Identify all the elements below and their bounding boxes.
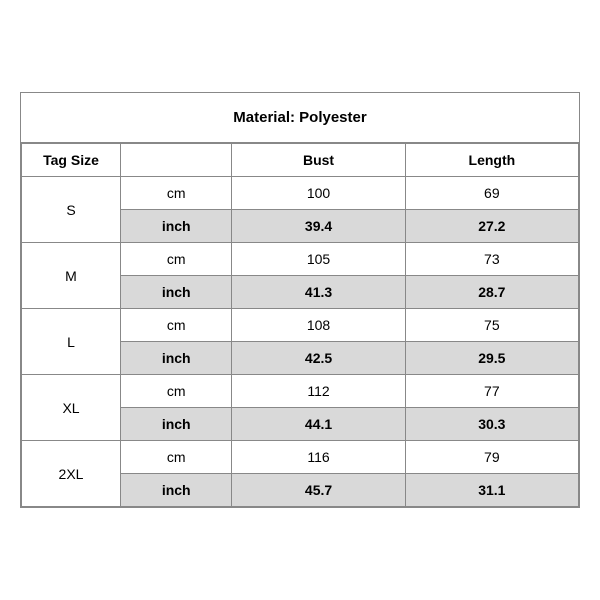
length-value-cm: 73 [405,243,578,276]
table-row: XLcm11277 [22,375,579,408]
length-value-inch: 29.5 [405,342,578,375]
unit-cell-cm: cm [121,243,232,276]
length-header: Length [405,144,578,177]
unit-cell-cm: cm [121,375,232,408]
unit-cell-cm: cm [121,309,232,342]
tag-size-cell: XL [22,375,121,441]
bust-value-cm: 116 [232,441,405,474]
length-value-cm: 69 [405,177,578,210]
length-value-cm: 79 [405,441,578,474]
table-row: Mcm10573 [22,243,579,276]
bust-header: Bust [232,144,405,177]
bust-value-cm: 108 [232,309,405,342]
bust-value-inch: 41.3 [232,276,405,309]
unit-cell-inch: inch [121,276,232,309]
size-chart-container: Material: Polyester Tag Size Bust Length… [20,92,580,508]
bust-value-cm: 112 [232,375,405,408]
bust-value-cm: 100 [232,177,405,210]
length-value-inch: 30.3 [405,408,578,441]
length-value-cm: 77 [405,375,578,408]
bust-value-inch: 39.4 [232,210,405,243]
length-value-inch: 28.7 [405,276,578,309]
unit-cell-cm: cm [121,177,232,210]
table-row: 2XLcm11679 [22,441,579,474]
unit-cell-inch: inch [121,210,232,243]
size-table: Tag Size Bust Length Scm10069inch39.427.… [21,143,579,507]
tag-size-header: Tag Size [22,144,121,177]
chart-title: Material: Polyester [21,93,579,143]
table-row: Scm10069 [22,177,579,210]
unit-header [121,144,232,177]
table-row: Lcm10875 [22,309,579,342]
unit-cell-inch: inch [121,474,232,507]
bust-value-cm: 105 [232,243,405,276]
table-header: Tag Size Bust Length [22,144,579,177]
unit-cell-inch: inch [121,342,232,375]
tag-size-cell: M [22,243,121,309]
tag-size-cell: 2XL [22,441,121,507]
unit-cell-inch: inch [121,408,232,441]
tag-size-cell: S [22,177,121,243]
bust-value-inch: 42.5 [232,342,405,375]
bust-value-inch: 45.7 [232,474,405,507]
bust-value-inch: 44.1 [232,408,405,441]
unit-cell-cm: cm [121,441,232,474]
length-value-cm: 75 [405,309,578,342]
length-value-inch: 31.1 [405,474,578,507]
tag-size-cell: L [22,309,121,375]
length-value-inch: 27.2 [405,210,578,243]
